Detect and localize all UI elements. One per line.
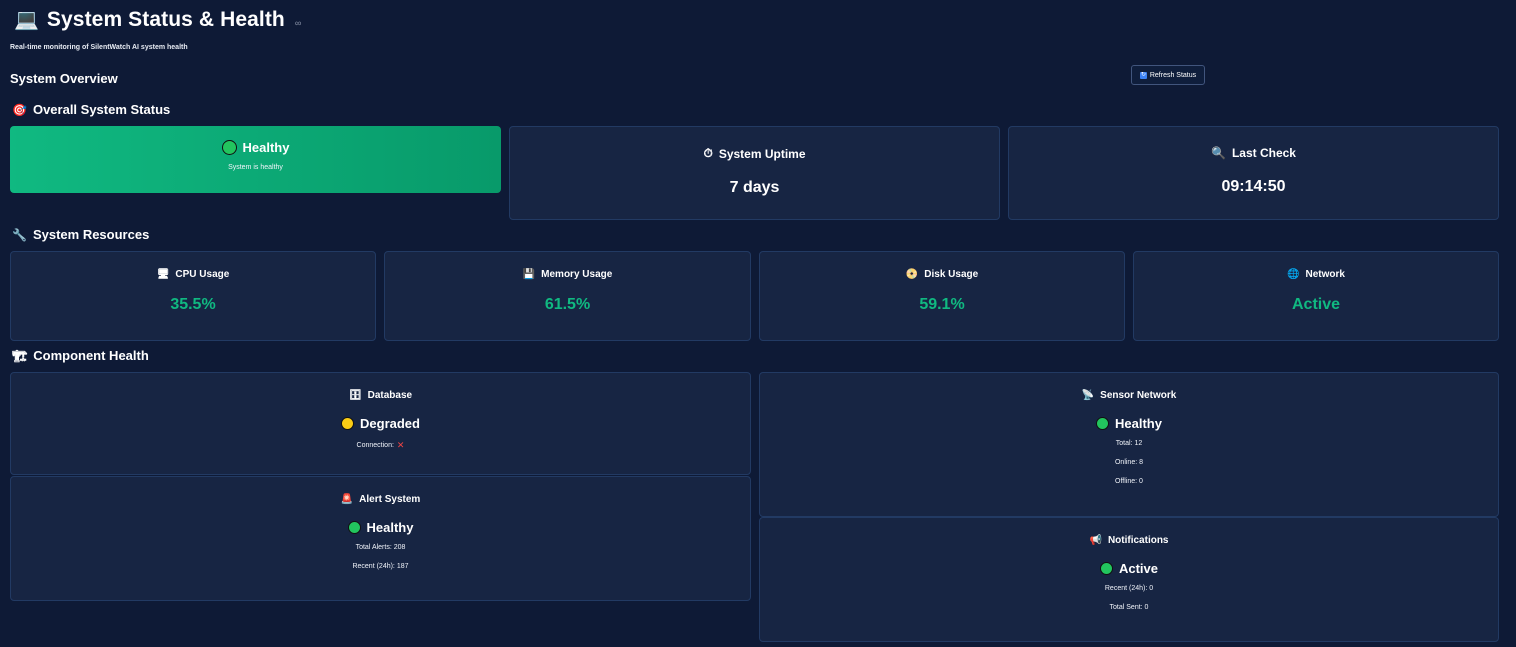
refresh-status-button[interactable]: ↻ Refresh Status	[1131, 65, 1205, 85]
cpu-usage-label: CPU Usage	[175, 269, 230, 280]
overall-status-heading: 🎯 Overall System Status	[12, 102, 170, 117]
file-cabinet-icon: 🗄	[348, 390, 362, 401]
last-check-head: 🔍 Last Check	[1211, 146, 1296, 160]
database-title: Database	[367, 390, 413, 401]
system-uptime-head: ⏱ System Uptime	[703, 146, 805, 161]
database-status: Degraded	[341, 416, 420, 431]
link-icon[interactable]: ∞	[295, 18, 301, 28]
overall-status-head: Healthy	[221, 140, 290, 155]
sensor-network-total: Total: 12	[1115, 440, 1143, 447]
disk-icon: 📀	[905, 269, 919, 280]
network-card: 🌐 Network Active	[1133, 251, 1499, 341]
component-health-label: Component Health	[33, 348, 149, 363]
notifications-head: 📢 Notifications	[1089, 535, 1168, 546]
monitor-icon: 🖥	[156, 269, 170, 280]
alert-system-recent: Recent (24h): 187	[352, 563, 409, 570]
magnifier-icon: 🔍	[1211, 146, 1226, 160]
system-resources-label: System Resources	[32, 227, 150, 242]
sensor-network-title: Sensor Network	[1100, 390, 1177, 401]
database-card: 🗄 Database Degraded Connection: ✕	[10, 372, 751, 475]
disk-usage-head: 📀 Disk Usage	[906, 269, 978, 280]
memory-usage-value: 61.5%	[544, 296, 591, 313]
alert-system-status: Healthy	[347, 520, 414, 535]
sensor-network-status: Healthy	[1096, 416, 1162, 431]
sensor-network-head: 📡 Sensor Network	[1082, 390, 1177, 401]
alert-system-card: 🚨 Alert System Healthy Total Alerts: 208…	[10, 476, 751, 601]
memory-usage-card: 💾 Memory Usage 61.5%	[384, 251, 751, 341]
satellite-dish-icon: 📡	[1081, 390, 1095, 401]
page-title: System Status & Health	[46, 8, 285, 31]
green-status-dot-icon	[1096, 417, 1110, 430]
database-status-value: Degraded	[360, 416, 420, 431]
database-connection-label: Connection:	[356, 442, 394, 449]
page-subtitle: Real-time monitoring of SilentWatch AI s…	[10, 44, 188, 51]
laptop-icon: 💻	[14, 9, 39, 31]
overall-status-message: System is healthy	[228, 164, 283, 171]
system-uptime-card: ⏱ System Uptime 7 days	[509, 126, 1000, 220]
cross-mark-icon: ✕	[396, 440, 405, 450]
sensor-network-card: 📡 Sensor Network Healthy Total: 12 Onlin…	[759, 372, 1499, 517]
notifications-recent: Recent (24h): 0	[1104, 585, 1154, 592]
yellow-status-dot-icon	[341, 417, 355, 430]
last-check-card: 🔍 Last Check 09:14:50	[1008, 126, 1499, 220]
last-check-label: Last Check	[1231, 146, 1296, 160]
notifications-status: Active	[1099, 561, 1159, 576]
floppy-disk-icon: 💾	[522, 269, 536, 280]
wrench-icon: 🔧	[12, 227, 27, 242]
network-head: 🌐 Network	[1287, 269, 1345, 280]
green-status-dot-icon	[347, 521, 361, 534]
database-head: 🗄 Database	[349, 390, 412, 401]
sensor-network-offline: Offline: 0	[1115, 478, 1143, 485]
construction-icon: 🏗	[12, 348, 28, 363]
network-label: Network	[1305, 269, 1345, 280]
globe-icon: 🌐	[1287, 269, 1300, 280]
megaphone-icon: 📢	[1089, 535, 1102, 546]
alert-system-head: 🚨 Alert System	[341, 494, 421, 505]
memory-usage-head: 💾 Memory Usage	[523, 269, 613, 280]
cpu-usage-head: 🖥 CPU Usage	[157, 269, 230, 280]
overall-status-value: Healthy	[242, 140, 290, 155]
system-uptime-label: System Uptime	[718, 146, 806, 161]
system-overview-heading: System Overview	[10, 71, 118, 86]
sensor-network-online: Online: 8	[1114, 459, 1144, 466]
stopwatch-icon: ⏱	[703, 146, 713, 160]
database-connection: Connection: ✕	[357, 440, 405, 451]
overall-status-card: Healthy System is healthy	[10, 126, 501, 193]
system-overview-label: System Overview	[10, 71, 118, 86]
green-status-dot-icon	[1099, 562, 1113, 575]
refresh-status-label: Refresh Status	[1149, 71, 1197, 79]
disk-usage-value: 59.1%	[919, 296, 965, 313]
notifications-card: 📢 Notifications Active Recent (24h): 0 T…	[759, 517, 1499, 642]
overall-status-label: Overall System Status	[32, 102, 171, 117]
alert-system-total: Total Alerts: 208	[355, 544, 406, 551]
component-health-heading: 🏗 Component Health	[12, 348, 149, 363]
disk-usage-card: 📀 Disk Usage 59.1%	[759, 251, 1125, 341]
refresh-icon: ↻	[1139, 71, 1147, 79]
alert-system-status-value: Healthy	[366, 520, 414, 535]
cpu-usage-value: 35.5%	[170, 296, 216, 313]
cpu-usage-card: 🖥 CPU Usage 35.5%	[10, 251, 376, 341]
target-icon: 🎯	[12, 102, 27, 117]
green-status-dot-icon	[221, 140, 237, 155]
siren-icon: 🚨	[340, 494, 354, 505]
notifications-status-value: Active	[1118, 561, 1159, 576]
notifications-title: Notifications	[1107, 535, 1169, 546]
network-value: Active	[1291, 296, 1341, 313]
system-resources-heading: 🔧 System Resources	[12, 227, 149, 242]
notifications-total-sent: Total Sent: 0	[1109, 604, 1149, 611]
sensor-network-status-value: Healthy	[1115, 416, 1162, 431]
system-uptime-value: 7 days	[729, 179, 780, 196]
memory-usage-label: Memory Usage	[541, 269, 613, 280]
last-check-value: 09:14:50	[1221, 178, 1286, 195]
page-header: 💻 System Status & Health ∞	[14, 8, 301, 32]
alert-system-title: Alert System	[359, 494, 421, 505]
disk-usage-label: Disk Usage	[924, 269, 979, 280]
